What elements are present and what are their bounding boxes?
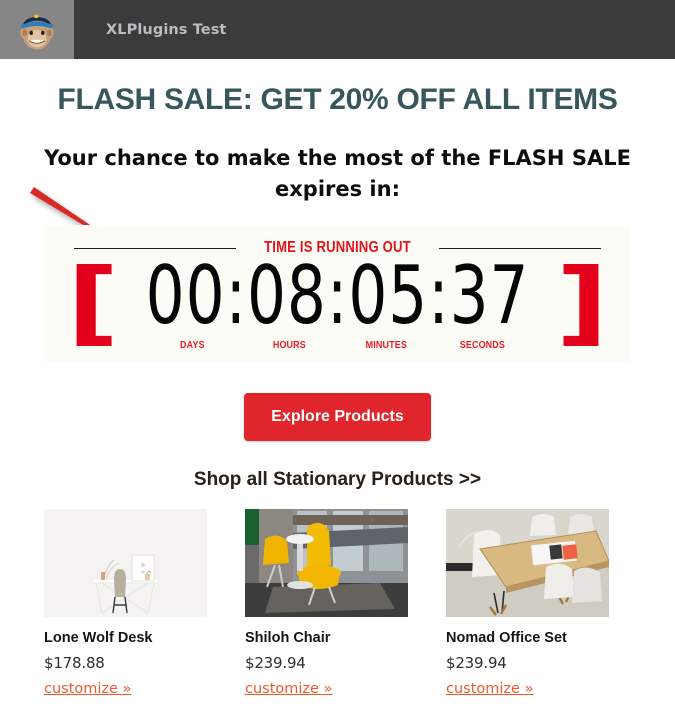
chair-photo [245,509,408,617]
product-card[interactable]: Nomad Office Set $239.94 customize » [446,509,609,698]
product-price: $239.94 [245,654,306,672]
explore-products-button[interactable]: Explore Products [244,393,431,441]
email-body: FLASH SALE: GET 20% OFF ALL ITEMS Your c… [0,83,675,698]
shop-all-link[interactable]: Shop all Stationary Products >> [0,469,675,491]
product-name: Nomad Office Set [446,630,567,646]
countdown-digits-block: 00:08:05:37 DAYS HOURS MINUTES SECONDS [128,249,547,351]
product-price: $178.88 [44,654,105,672]
app-title: XLPlugins Test [106,21,227,38]
product-grid: Lone Wolf Desk $178.88 customize » Shilo… [0,509,675,698]
cta-wrapper: Explore Products [0,393,675,441]
product-name: Lone Wolf Desk [44,630,153,646]
countdown-main: [ 00:08:05:37 DAYS HOURS MINUTES SECONDS… [44,249,631,356]
office-set-photo [446,509,609,617]
campaign-subheadline: Your chance to make the most of the FLAS… [44,146,631,201]
countdown-label-seconds: SECONDS [459,339,506,351]
product-card[interactable]: Lone Wolf Desk $178.88 customize » [44,509,207,698]
app-header: XLPlugins Test [0,0,675,59]
product-price: $239.94 [446,654,507,672]
customize-link[interactable]: customize » [245,681,332,697]
customize-link[interactable]: customize » [446,681,533,697]
product-card[interactable]: Shiloh Chair $239.94 customize » [245,509,408,698]
countdown-digits: 00:08:05:37 [145,249,530,343]
bracket-left-icon: [ [66,249,120,356]
countdown-label-days: DAYS [180,339,205,351]
mailchimp-freddie-icon [14,7,60,53]
countdown-wrapper: TIME IS RUNNING OUT [ 00:08:05:37 DAYS H… [30,187,631,361]
campaign-headline: FLASH SALE: GET 20% OFF ALL ITEMS [57,83,618,116]
bracket-right-icon: ] [555,249,609,356]
product-name: Shiloh Chair [245,630,331,646]
customize-link[interactable]: customize » [44,681,131,697]
countdown-label-minutes: MINUTES [365,339,407,351]
logo-container [0,0,74,59]
desk-photo [44,509,207,617]
countdown-label-hours: HOURS [272,339,306,351]
countdown-panel: TIME IS RUNNING OUT [ 00:08:05:37 DAYS H… [44,225,631,361]
